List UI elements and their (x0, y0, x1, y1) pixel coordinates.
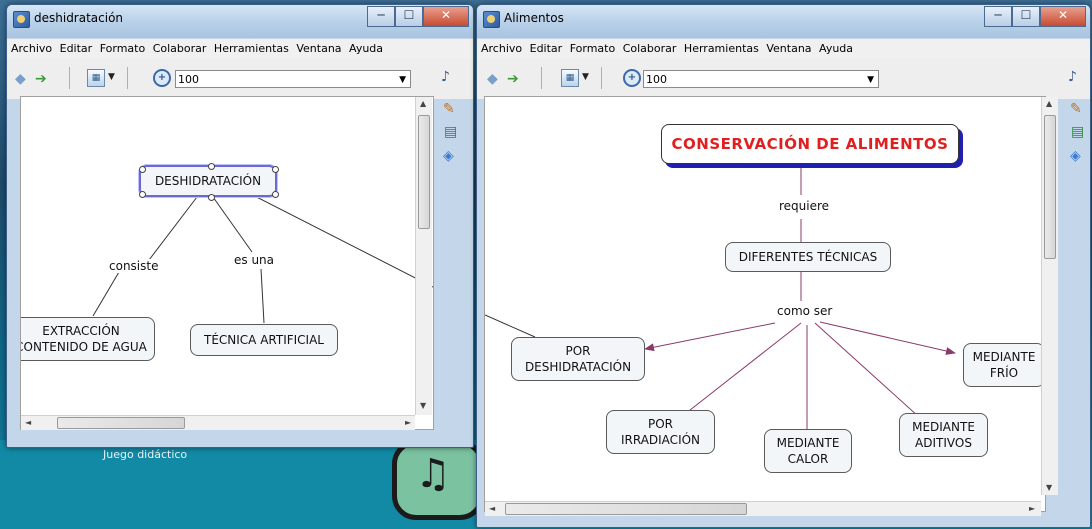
scroll-thumb[interactable] (57, 417, 185, 429)
resize-handle[interactable] (139, 191, 146, 198)
collaboration-icon[interactable]: ◈ (1070, 148, 1081, 164)
link-label-es-una[interactable]: es una (232, 253, 277, 267)
toolbar: ◆ ➔ ▦ ▼ + 100 ▼ (7, 59, 473, 99)
toolbar-separator (127, 67, 128, 89)
connector-lines (92, 188, 433, 324)
resize-handle[interactable] (272, 191, 279, 198)
node-mediante-calor[interactable]: MEDIANTE CALOR (764, 429, 852, 473)
horizontal-scrollbar[interactable]: ◄ ► (485, 501, 1041, 516)
concept-map-canvas[interactable]: CONSERVACIÓN DE ALIMENTOS requiere DIFER… (484, 96, 1046, 512)
node-diferentes-tecnicas[interactable]: DIFERENTES TÉCNICAS (725, 242, 891, 272)
menu-editar[interactable]: Editar (56, 39, 93, 55)
vertical-scrollbar[interactable]: ▲ ▼ (1041, 97, 1058, 495)
forward-arrow-icon[interactable]: ➔ (35, 71, 47, 87)
style-palette-icon[interactable]: ♪ (441, 69, 450, 85)
style-palette-icon[interactable]: ♪ (1068, 69, 1077, 85)
node-tecnica-artificial[interactable]: TÉCNICA ARTIFICIAL (190, 324, 338, 356)
info-panel-icon[interactable]: ▤ (1071, 124, 1084, 140)
resize-handle[interactable] (208, 194, 215, 201)
brush-icon[interactable]: ✎ (443, 101, 455, 117)
resize-handle[interactable] (272, 166, 279, 173)
cmap-app-icon (483, 11, 500, 28)
toolbar-separator (69, 67, 70, 89)
chevron-down-icon: ▼ (867, 75, 874, 85)
toolbar-separator (541, 67, 542, 89)
link-label-requiere[interactable]: requiere (777, 199, 832, 213)
node-por-irradiacion[interactable]: POR IRRADIACIÓN (606, 410, 715, 454)
menu-herramientas[interactable]: Herramientas (680, 39, 759, 55)
menu-formato[interactable]: Formato (566, 39, 616, 55)
close-button[interactable]: ✕ (1040, 6, 1086, 27)
cmap-app-icon (13, 11, 30, 28)
menu-archivo[interactable]: Archivo (7, 39, 52, 55)
menu-bar: Archivo Editar Formato Colaborar Herrami… (477, 38, 1090, 59)
link-label-como-ser[interactable]: como ser (775, 304, 835, 318)
node-mediante-aditivos[interactable]: MEDIANTE ADITIVOS (899, 413, 988, 457)
toolbar-separator (601, 67, 602, 89)
minimize-button[interactable]: ─ (984, 6, 1012, 27)
menu-formato[interactable]: Formato (96, 39, 146, 55)
menu-ventana[interactable]: Ventana (292, 39, 341, 55)
view-mode-icon[interactable]: ▦ (561, 69, 579, 87)
menu-herramientas[interactable]: Herramientas (210, 39, 289, 55)
node-mediante-frio[interactable]: MEDIANTE FRÍO (963, 343, 1045, 387)
scroll-thumb[interactable] (418, 115, 430, 229)
zoom-value: 100 (178, 73, 199, 86)
menu-editar[interactable]: Editar (526, 39, 563, 55)
node-por-deshidratacion[interactable]: POR DESHIDRATACIÓN (511, 337, 645, 381)
concept-map-canvas[interactable]: DESHIDRATACIÓN consiste es una EXTRACCIÓ… (20, 96, 434, 430)
zoom-select[interactable]: 100 ▼ (643, 70, 879, 88)
music-note-icon[interactable]: ♫ (392, 440, 484, 520)
resize-handle[interactable] (208, 163, 215, 170)
title-bar[interactable]: deshidratación ─ ☐ ✕ (7, 5, 473, 38)
window-title: Alimentos (504, 11, 564, 25)
node-conservacion-alimentos[interactable]: CONSERVACIÓN DE ALIMENTOS (661, 124, 959, 164)
window-alimentos: Alimentos ─ ☐ ✕ Archivo Editar Formato C… (476, 4, 1091, 528)
link-label-consiste[interactable]: consiste (107, 259, 161, 273)
close-button[interactable]: ✕ (423, 6, 469, 27)
maximize-button[interactable]: ☐ (395, 6, 423, 27)
zoom-value: 100 (646, 73, 667, 86)
toolbar: ◆ ➔ ▦ ▼ + 100 ▼ (477, 59, 1090, 99)
brush-icon[interactable]: ✎ (1070, 101, 1082, 117)
chevron-down-icon: ▼ (399, 75, 406, 85)
menu-ventana[interactable]: Ventana (762, 39, 811, 55)
menu-ayuda[interactable]: Ayuda (815, 39, 853, 55)
node-deshidratacion[interactable]: DESHIDRATACIÓN (139, 165, 277, 197)
scroll-thumb[interactable] (505, 503, 747, 515)
vertical-scrollbar[interactable]: ▲ ▼ (415, 97, 432, 415)
zoom-icon[interactable]: + (623, 69, 641, 87)
info-panel-icon[interactable]: ▤ (444, 124, 457, 140)
zoom-icon[interactable]: + (153, 69, 171, 87)
menu-ayuda[interactable]: Ayuda (345, 39, 383, 55)
menu-bar: Archivo Editar Formato Colaborar Herrami… (7, 38, 473, 59)
menu-archivo[interactable]: Archivo (477, 39, 522, 55)
desktop-shortcut-label[interactable]: Juego didáctico (103, 448, 187, 461)
back-arrow-icon[interactable]: ◆ (15, 71, 26, 87)
menu-colaborar[interactable]: Colaborar (149, 39, 207, 55)
resize-handle[interactable] (139, 166, 146, 173)
node-extraccion[interactable]: EXTRACCIÓN CONTENIDO DE AGUA (21, 317, 155, 361)
maximize-button[interactable]: ☐ (1012, 6, 1040, 27)
menu-colaborar[interactable]: Colaborar (619, 39, 677, 55)
collaboration-icon[interactable]: ◈ (443, 148, 454, 164)
back-arrow-icon[interactable]: ◆ (487, 71, 498, 87)
zoom-select[interactable]: 100 ▼ (175, 70, 411, 88)
forward-arrow-icon[interactable]: ➔ (507, 71, 519, 87)
minimize-button[interactable]: ─ (367, 6, 395, 27)
chevron-down-icon[interactable]: ▼ (108, 72, 115, 82)
title-bar[interactable]: Alimentos ─ ☐ ✕ (477, 5, 1090, 38)
scroll-thumb[interactable] (1044, 115, 1056, 259)
view-mode-icon[interactable]: ▦ (87, 69, 105, 87)
window-deshidratacion: deshidratación ─ ☐ ✕ Archivo Editar Form… (6, 4, 474, 448)
horizontal-scrollbar[interactable]: ◄ ► (21, 415, 415, 430)
window-title: deshidratación (34, 11, 124, 25)
chevron-down-icon[interactable]: ▼ (582, 72, 589, 82)
